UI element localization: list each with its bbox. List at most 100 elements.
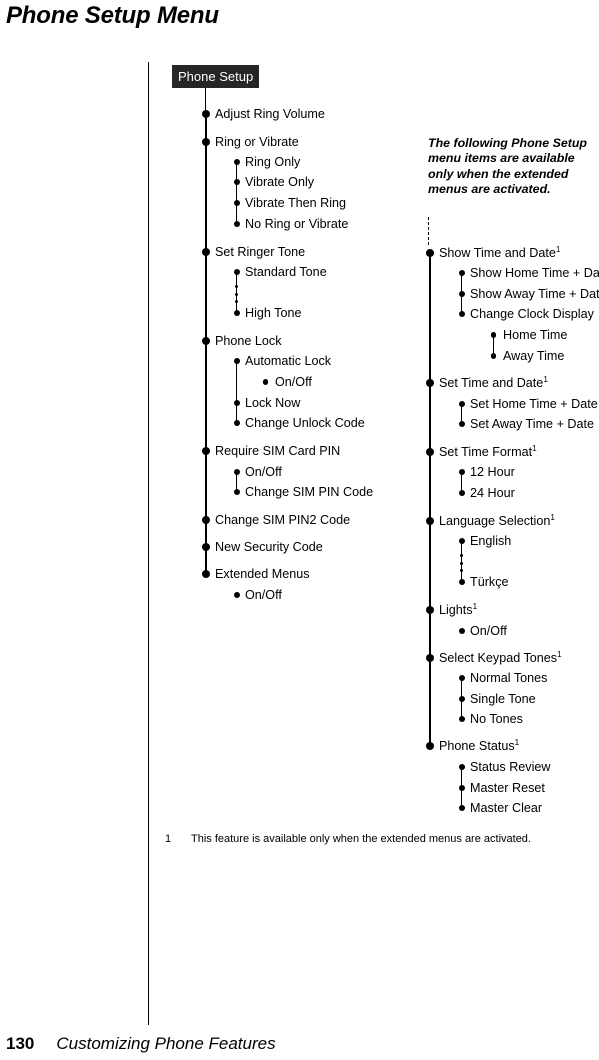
tree-bullet bbox=[458, 804, 465, 812]
menu-item-change-unlock-code[interactable]: Change Unlock Code bbox=[245, 415, 365, 430]
menu-item-english[interactable]: English bbox=[470, 534, 511, 548]
tree-bullet bbox=[201, 248, 210, 256]
menu-item-status-review[interactable]: Status Review bbox=[470, 760, 551, 774]
menu-item-adjust-ring-volume[interactable]: Adjust Ring Volume bbox=[215, 107, 325, 121]
menu-item-label: Set Ringer Tone bbox=[215, 244, 306, 259]
menu-item-on-off[interactable]: On/Off bbox=[245, 464, 282, 479]
tree-stem-level2 bbox=[236, 361, 238, 423]
menu-item-lock-now[interactable]: Lock Now bbox=[245, 395, 301, 410]
menu-item-label: Single Tone bbox=[470, 691, 536, 706]
menu-item-label: Set Away Time + Date bbox=[470, 416, 595, 431]
tree-bullet bbox=[458, 537, 465, 545]
menu-item-no-tones[interactable]: No Tones bbox=[470, 712, 523, 726]
footnote-text: This feature is available only when the … bbox=[191, 833, 531, 845]
menu-item-vibrate-then-ring[interactable]: Vibrate Then Ring bbox=[245, 196, 346, 210]
menu-item-ring-or-vibrate[interactable]: Ring or Vibrate bbox=[215, 134, 299, 149]
menu-item-new-security-code[interactable]: New Security Code bbox=[215, 539, 323, 554]
tree-bullet bbox=[425, 742, 434, 750]
menu-item-label: Lock Now bbox=[245, 395, 301, 410]
menu-item-label: On/Off bbox=[245, 464, 282, 479]
menu-item-label: Home Time bbox=[503, 327, 568, 342]
footnote-ref: 1 bbox=[543, 374, 548, 384]
tree-bullet bbox=[491, 353, 497, 359]
menu-item-away-time[interactable]: Away Time bbox=[503, 349, 564, 363]
tree-bullet bbox=[233, 158, 240, 166]
menu-item-24-hour[interactable]: 24 Hour bbox=[470, 485, 515, 500]
tree-bullet bbox=[233, 591, 240, 599]
menu-item-label: No Ring or Vibrate bbox=[245, 216, 349, 231]
footnote-ref: 1 bbox=[532, 443, 537, 453]
menu-item-on-off[interactable]: On/Off bbox=[275, 375, 312, 389]
tree-bullet bbox=[233, 309, 240, 317]
menu-item-show-home-time-date[interactable]: Show Home Time + Date bbox=[470, 266, 599, 280]
menu-item-label: Ring or Vibrate bbox=[215, 134, 299, 149]
menu-item-t-rk-e[interactable]: Türkçe bbox=[470, 575, 509, 589]
tree-bullet bbox=[201, 447, 210, 455]
menu-item-label: Master Reset bbox=[470, 780, 545, 795]
menu-item-label: New Security Code bbox=[215, 539, 323, 554]
page-number: 130 bbox=[6, 1034, 35, 1053]
menu-item-single-tone[interactable]: Single Tone bbox=[470, 691, 536, 706]
dashed-connector-stem bbox=[428, 217, 429, 245]
tree-bullet bbox=[425, 606, 434, 614]
tree-bullet bbox=[233, 220, 240, 228]
menu-item-set-away-time-date[interactable]: Set Away Time + Date bbox=[470, 416, 595, 431]
tree-bullet bbox=[233, 488, 240, 496]
footnote-ref: 1 bbox=[472, 601, 478, 611]
vertical-ellipsis-icon bbox=[460, 554, 464, 577]
tree-bullet bbox=[233, 178, 240, 186]
tree-bullet bbox=[458, 763, 465, 771]
menu-item-no-ring-or-vibrate[interactable]: No Ring or Vibrate bbox=[245, 216, 349, 231]
menu-item-show-time-and-date[interactable]: Show Time and Date1 bbox=[439, 245, 560, 260]
tree-bullet bbox=[458, 674, 465, 682]
menu-item-label: Vibrate Only bbox=[245, 174, 315, 189]
menu-item-set-time-and-date[interactable]: Set Time and Date1 bbox=[439, 374, 548, 390]
menu-item-phone-status[interactable]: Phone Status1 bbox=[439, 738, 519, 753]
menu-item-set-ringer-tone[interactable]: Set Ringer Tone bbox=[215, 244, 306, 259]
menu-item-set-home-time-date[interactable]: Set Home Time + Date bbox=[470, 397, 598, 411]
tree-bullet bbox=[233, 468, 240, 476]
menu-item-label: Show Away Time + Date bbox=[470, 286, 599, 301]
menu-item-set-time-format[interactable]: Set Time Format1 bbox=[439, 443, 537, 459]
menu-item-ring-only[interactable]: Ring Only bbox=[245, 155, 300, 169]
menu-item-require-sim-card-pin[interactable]: Require SIM Card PIN bbox=[215, 444, 340, 458]
menu-item-lights[interactable]: Lights1 bbox=[439, 601, 478, 617]
menu-item-vibrate-only[interactable]: Vibrate Only bbox=[245, 174, 315, 189]
menu-item-on-off[interactable]: On/Off bbox=[245, 588, 282, 602]
menu-item-label: On/Off bbox=[470, 623, 507, 638]
menu-item-extended-menus[interactable]: Extended Menus bbox=[215, 567, 310, 581]
menu-item-normal-tones[interactable]: Normal Tones bbox=[470, 671, 547, 685]
menu-item-change-clock-display[interactable]: Change Clock Display bbox=[470, 306, 594, 321]
page-title: Phone Setup Menu bbox=[6, 2, 219, 29]
footnote-marker: 1 bbox=[165, 833, 172, 845]
menu-item-high-tone[interactable]: High Tone bbox=[245, 306, 301, 320]
menu-item-master-clear[interactable]: Master Clear bbox=[470, 801, 542, 815]
tree-bullet bbox=[233, 399, 240, 407]
menu-item-change-sim-pin2-code[interactable]: Change SIM PIN2 Code bbox=[215, 513, 350, 527]
menu-item-home-time[interactable]: Home Time bbox=[503, 327, 568, 342]
menu-item-show-away-time-date[interactable]: Show Away Time + Date bbox=[470, 286, 599, 301]
tree-bullet bbox=[201, 570, 210, 578]
menu-item-automatic-lock[interactable]: Automatic Lock bbox=[245, 354, 331, 368]
tree-bullet bbox=[458, 695, 465, 703]
menu-item-12-hour[interactable]: 12 Hour bbox=[470, 465, 515, 479]
menu-item-select-keypad-tones[interactable]: Select Keypad Tones1 bbox=[439, 650, 562, 665]
menu-item-label: Language Selection bbox=[439, 513, 551, 528]
menu-item-label: Change Unlock Code bbox=[245, 415, 365, 430]
tree-bullet bbox=[425, 517, 434, 525]
menu-item-label: 24 Hour bbox=[470, 485, 515, 500]
tree-stem-level2 bbox=[236, 162, 238, 224]
tree-bullet bbox=[458, 489, 465, 497]
tree-bullet bbox=[201, 337, 210, 345]
menu-item-phone-lock[interactable]: Phone Lock bbox=[215, 334, 282, 348]
vertical-ellipsis-icon bbox=[235, 285, 239, 308]
menu-item-on-off[interactable]: On/Off bbox=[470, 623, 507, 638]
menu-item-change-sim-pin-code[interactable]: Change SIM PIN Code bbox=[245, 485, 373, 499]
menu-item-master-reset[interactable]: Master Reset bbox=[470, 780, 545, 795]
tree-bullet bbox=[233, 357, 240, 365]
tree-bullet bbox=[425, 379, 434, 387]
menu-item-language-selection[interactable]: Language Selection1 bbox=[439, 513, 555, 528]
tree-bullet bbox=[458, 627, 465, 635]
menu-item-standard-tone[interactable]: Standard Tone bbox=[245, 265, 327, 279]
menu-item-label: Change Clock Display bbox=[470, 306, 594, 321]
